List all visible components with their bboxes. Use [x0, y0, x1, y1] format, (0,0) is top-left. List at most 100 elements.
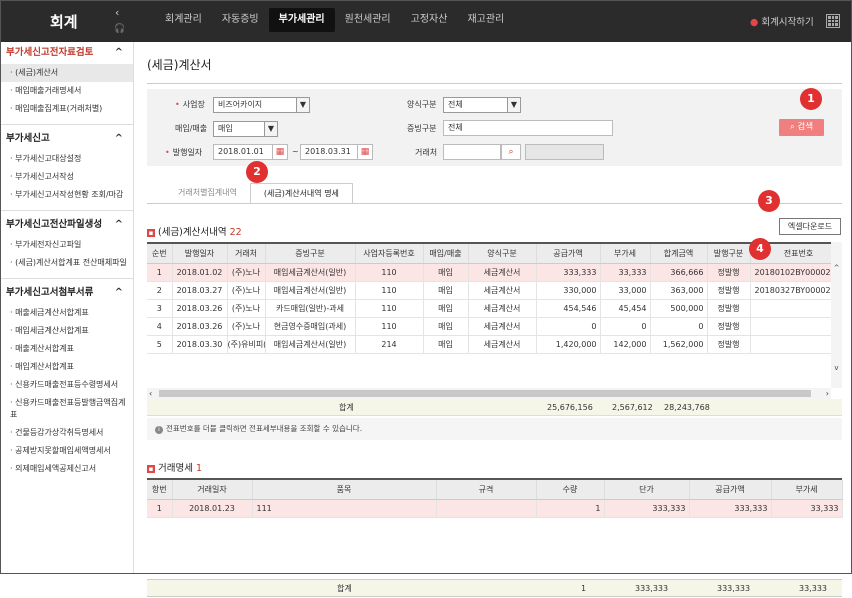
column-header[interactable]: 부가세 — [600, 244, 651, 264]
calculator-icon[interactable] — [826, 14, 840, 28]
chevron-up-icon[interactable]: ^ — [115, 128, 123, 150]
voucher-number-cell[interactable] — [750, 299, 831, 318]
column-header[interactable]: 규격 — [436, 480, 537, 500]
sidebar-section-review[interactable]: 부가세신고전자료검토 ^ — [0, 42, 133, 64]
table-cell: 매입 — [423, 299, 469, 318]
table-row[interactable]: 1 2018.01.23 111 1 333,333 333,333 33,33… — [147, 499, 843, 518]
horizontal-scrollbar[interactable]: ‹ › — [147, 388, 831, 399]
chevron-down-icon[interactable]: v — [831, 364, 842, 372]
sidebar-item-depreciation[interactable]: · 건물등감가상각취득명세서 — [0, 424, 133, 442]
evid-label: 증빙구분 — [407, 124, 437, 133]
voucher-number-cell[interactable] — [750, 317, 831, 336]
sidebar-item-card-received[interactable]: · 신용카드매출전표등수령명세서 — [0, 376, 133, 394]
search-button[interactable]: ⌕ 검색 — [779, 119, 824, 136]
date-from-field[interactable]: 2018.01.01 — [213, 144, 273, 160]
sidebar-item-summary[interactable]: · 매입매출집계표(거래처별) — [0, 100, 133, 118]
sidebar-item-purchase-tax[interactable]: · 매입세금계산서합계표 — [0, 322, 133, 340]
column-header[interactable]: 부가세 — [771, 480, 843, 500]
nav-inventory[interactable]: 재고관리 — [457, 8, 514, 32]
voucher-number-cell[interactable]: 20180327BY00002 — [750, 281, 831, 300]
invoice-table: 순번 발행일자 거래처 증빙구분 사업자등록번호 매입/매출 양식구분 공급가액… — [147, 242, 831, 388]
sidebar-item-statement[interactable]: · 매입매출거래명세서 — [0, 82, 133, 100]
chevron-up-icon[interactable]: ^ — [115, 42, 123, 64]
table-row[interactable]: 4 2018.03.26 (주)노나 현금영수증매입(과세) 110 매입 세금… — [147, 317, 831, 336]
biz-select[interactable]: 비즈어카이지 ▼ — [213, 97, 310, 113]
collapse-sidebar-icon[interactable]: ‹ — [115, 6, 119, 19]
info-icon: i — [155, 426, 163, 434]
column-header[interactable]: 단가 — [604, 480, 690, 500]
nav-fixed-assets[interactable]: 고정자산 — [401, 8, 458, 32]
search-icon[interactable]: ⌕ — [501, 144, 521, 160]
sidebar-item-write[interactable]: · 부가세신고서작성 — [0, 168, 133, 186]
sidebar-item-tax-invoice[interactable]: · (세금)계산서 — [0, 64, 133, 82]
table-cell: 1 — [536, 499, 605, 518]
table-cell: 매입세금계산서(일반) — [265, 281, 356, 300]
start-accounting-link[interactable]: ● 회계시작하기 — [750, 14, 814, 28]
table-row[interactable]: 1 2018.01.02 (주)노나 매입세금계산서(일반) 110 매입 세금… — [147, 263, 831, 282]
sidebar-item-nondeductible[interactable]: · 공제받지못할매입세액명세서 — [0, 442, 133, 460]
tab-invoice-detail[interactable]: (세금)계산서내역 명세 — [249, 183, 353, 204]
nav-vat[interactable]: 부가세관리 — [268, 8, 335, 32]
sidebar-item-sales-invoice[interactable]: · 매출계산서합계표 — [0, 340, 133, 358]
column-header[interactable]: 발행구분 — [707, 244, 751, 264]
sidebar-item-efile[interactable]: · 부가세전자신고파일 — [0, 236, 133, 254]
column-header[interactable]: 품목 — [252, 480, 437, 500]
chevron-right-icon[interactable]: › — [826, 388, 829, 399]
column-header[interactable]: 순번 — [147, 244, 173, 264]
voucher-number-cell[interactable]: 20180102BY00002 — [750, 263, 831, 282]
chevron-left-icon[interactable]: ‹ — [149, 388, 152, 399]
nav-auto-evidence[interactable]: 자동증빙 — [212, 8, 269, 32]
table-cell: 214 — [355, 335, 424, 354]
table-row[interactable]: 5 2018.03.30 (주)유비피( 매입세금계산서(일반) 214 매입 … — [147, 335, 831, 354]
partner-field[interactable] — [443, 144, 501, 160]
calendar-icon[interactable]: ▦ — [272, 144, 288, 160]
sidebar-item-label: 부가세신고서작성 — [15, 172, 74, 181]
sidebar-item-target[interactable]: · 부가세신고대상설정 — [0, 150, 133, 168]
column-header[interactable]: 공급가액 — [689, 480, 772, 500]
table-cell: 2018.01.23 — [172, 499, 253, 518]
column-header[interactable]: 공급가액 — [536, 244, 601, 264]
date-to-field[interactable]: 2018.03.31 — [300, 144, 358, 160]
table-cell: 2018.03.27 — [172, 281, 228, 300]
inout-select[interactable]: 매입 ▼ — [213, 121, 278, 137]
sidebar-item-sales-tax[interactable]: · 매출세금계산서합계표 — [0, 304, 133, 322]
headset-icon[interactable]: 🎧 — [114, 24, 125, 34]
sidebar: 부가세신고전자료검토 ^ · (세금)계산서 · 매입매출거래명세서 · 매입매출… — [0, 42, 134, 574]
sidebar-item-card-issued[interactable]: · 신용카드매출전표등발행금액집계표 — [0, 394, 133, 424]
table-cell — [436, 499, 537, 518]
page-title: (세금)계산서 — [147, 58, 212, 72]
table-row[interactable]: 2 2018.03.27 (주)노나 매입세금계산서(일반) 110 매입 세금… — [147, 281, 831, 300]
column-header[interactable]: 양식구분 — [468, 244, 537, 264]
tab-partner-summary[interactable]: 거래처별집계내역 — [165, 183, 250, 204]
column-header[interactable]: 거래일자 — [172, 480, 253, 500]
chevron-up-icon[interactable]: ^ — [831, 264, 842, 272]
column-header[interactable]: 사업자등록번호 — [355, 244, 424, 264]
column-header[interactable]: 합계금액 — [650, 244, 708, 264]
sidebar-section-file[interactable]: 부가세신고전산파일생성 ^ — [0, 214, 133, 236]
calendar-icon[interactable]: ▦ — [357, 144, 373, 160]
nav-accounting[interactable]: 회계관리 — [155, 8, 212, 32]
vertical-scrollbar[interactable]: ^ v — [831, 242, 842, 388]
scrollbar-thumb[interactable] — [159, 390, 811, 397]
column-header[interactable]: 증빙구분 — [265, 244, 356, 264]
chevron-up-icon[interactable]: ^ — [115, 282, 123, 304]
column-header[interactable]: 거래처 — [227, 244, 266, 264]
excel-download-button[interactable]: 엑셀다운로드 — [779, 218, 841, 235]
sidebar-section-attach[interactable]: 부가세신고서첨부서류 ^ — [0, 282, 133, 304]
table-row[interactable]: 3 2018.03.26 (주)노나 카드매입(일반)-과세 110 매입 세금… — [147, 299, 831, 318]
column-header[interactable]: 항번 — [147, 480, 173, 500]
chevron-up-icon[interactable]: ^ — [115, 214, 123, 236]
sidebar-item-purchase-invoice[interactable]: · 매입계산서합계표 — [0, 358, 133, 376]
column-header[interactable]: 매입/매출 — [423, 244, 469, 264]
column-header[interactable]: 발행일자 — [172, 244, 228, 264]
type-select[interactable]: 전체 ▼ — [443, 97, 521, 113]
list-total-row: 합계 25,676,156 2,567,612 28,243,768 — [147, 399, 842, 416]
voucher-number-cell[interactable] — [750, 335, 831, 354]
sidebar-item-deemed[interactable]: · 의제매입세액공제신고서 — [0, 460, 133, 478]
sidebar-item-status[interactable]: · 부가세신고서작성현황 조회/마감 — [0, 186, 133, 204]
sidebar-item-media[interactable]: · (세금)계산서합계표 전산매체파일 — [0, 254, 133, 272]
nav-withholding[interactable]: 원천세관리 — [335, 8, 401, 32]
column-header[interactable]: 수량 — [536, 480, 605, 500]
sidebar-section-vat-report[interactable]: 부가세신고 ^ — [0, 128, 133, 150]
evid-field[interactable]: 전체 — [443, 120, 613, 136]
